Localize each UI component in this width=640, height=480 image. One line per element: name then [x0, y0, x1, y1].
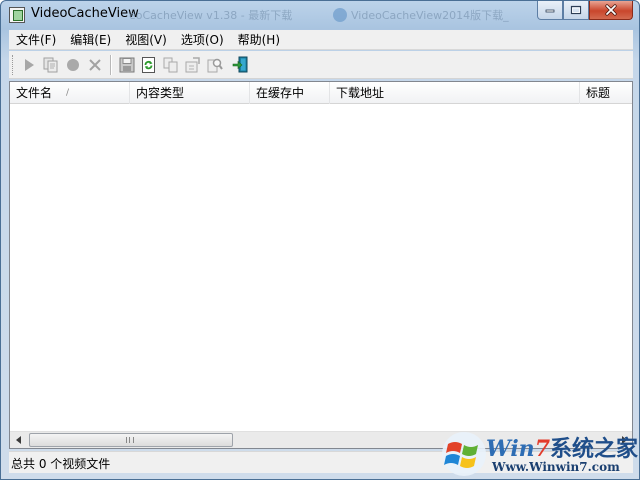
toolbar-grip[interactable]: [12, 55, 15, 75]
properties-icon: [185, 57, 200, 73]
app-icon[interactable]: [9, 7, 25, 23]
menu-help[interactable]: 帮助(H): [231, 30, 287, 50]
window-controls: [537, 1, 633, 21]
column-header-download-url[interactable]: 下载地址: [330, 82, 580, 104]
copy-icon: [163, 57, 178, 73]
copy-button[interactable]: [161, 55, 181, 75]
menu-file[interactable]: 文件(F): [9, 30, 63, 50]
find-button[interactable]: [205, 55, 225, 75]
copy-files-button[interactable]: [41, 55, 61, 75]
menu-edit[interactable]: 编辑(E): [63, 30, 118, 50]
video-list[interactable]: 文件名 / 内容类型 在缓存中 下载地址 标题: [9, 81, 633, 449]
scrollbar-thumb[interactable]: [29, 433, 233, 447]
refresh-button[interactable]: [139, 55, 159, 75]
play-button[interactable]: [19, 55, 39, 75]
status-text: 总共 0 个视频文件: [11, 457, 111, 471]
windows-logo-icon: [442, 432, 486, 476]
save-button[interactable]: [117, 55, 137, 75]
app-window: VideoCacheView eoCacheView v1.38 - 最新下载 …: [0, 0, 640, 480]
close-button[interactable]: [589, 1, 633, 20]
copy-files-icon: [43, 57, 58, 73]
watermark: Win7系统之家 Www.Winwin7.com: [440, 430, 639, 478]
sort-indicator: /: [66, 88, 70, 98]
background-window-title: eoCacheView v1.38 - 最新下载: [129, 9, 293, 22]
scroll-left-button[interactable]: [10, 432, 27, 448]
stop-button[interactable]: [63, 55, 83, 75]
column-header-content-type[interactable]: 内容类型: [130, 82, 250, 104]
list-header: 文件名 / 内容类型 在缓存中 下载地址 标题: [10, 82, 632, 104]
title-bar[interactable]: VideoCacheView eoCacheView v1.38 - 最新下载 …: [1, 1, 639, 29]
minimize-button[interactable]: [537, 1, 563, 20]
stop-icon: [67, 59, 79, 71]
close-icon: [605, 4, 617, 16]
refresh-icon: [142, 57, 155, 73]
menu-bar: 文件(F) 编辑(E) 视图(V) 选项(O) 帮助(H): [9, 30, 633, 50]
maximize-icon: [570, 5, 582, 15]
menu-view[interactable]: 视图(V): [118, 30, 174, 50]
find-icon: [207, 58, 223, 73]
maximize-button[interactable]: [563, 1, 589, 20]
background-window-title: VideoCacheView2014版下载_: [333, 7, 509, 23]
delete-icon: [89, 59, 101, 71]
save-icon: [119, 57, 135, 73]
properties-button[interactable]: [183, 55, 203, 75]
delete-button[interactable]: [85, 55, 105, 75]
toolbar-separator: [110, 55, 112, 75]
minimize-icon: [545, 9, 555, 13]
toolbar: [9, 51, 633, 79]
column-header-filename[interactable]: 文件名 /: [10, 82, 130, 104]
browser-icon: [333, 8, 347, 22]
watermark-brand: Win7系统之家: [486, 436, 639, 462]
scrollbar-grip: [126, 437, 134, 443]
column-header-in-cache[interactable]: 在缓存中: [250, 82, 330, 104]
play-icon: [25, 59, 34, 71]
window-title: VideoCacheView: [31, 6, 139, 21]
menu-options[interactable]: 选项(O): [174, 30, 231, 50]
exit-button[interactable]: [231, 55, 251, 75]
watermark-url: Www.Winwin7.com: [492, 460, 620, 474]
column-header-title[interactable]: 标题: [580, 82, 632, 104]
exit-icon: [232, 56, 248, 73]
arrow-left-icon: [15, 436, 21, 444]
